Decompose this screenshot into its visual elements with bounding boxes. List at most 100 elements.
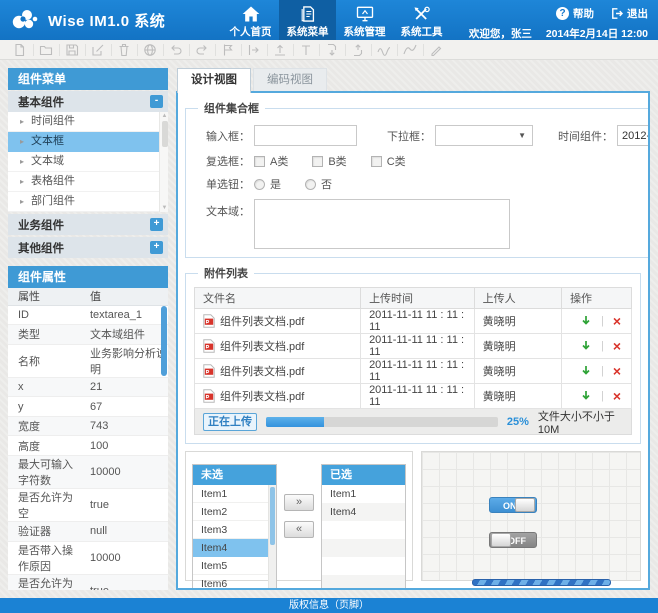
upload-progress-fill (266, 417, 324, 427)
transfer-widget: 未选 Item1Item2Item3Item4Item5Item6Item7It… (185, 451, 413, 581)
list-item[interactable]: Item3 (193, 521, 276, 539)
scroll-up-icon[interactable]: ▲ (161, 113, 168, 119)
attachment-filename[interactable]: 组件列表文档.pdf (220, 313, 304, 329)
radio-option[interactable]: 否 (305, 176, 332, 192)
attachment-list-box: 附件列表 文件名 上传时间 上传人 操作 组件列表文档.pdf 2011-11-… (185, 265, 641, 444)
list-item[interactable]: Item4 (193, 539, 276, 557)
export-down-icon[interactable] (325, 43, 339, 57)
new-file-icon[interactable] (13, 43, 27, 57)
help-link[interactable]: ? 帮助 (556, 6, 594, 21)
logout-link[interactable]: 退出 (610, 6, 648, 21)
download-icon[interactable] (580, 390, 592, 402)
list-scrollbar[interactable] (268, 485, 276, 590)
open-folder-icon[interactable] (39, 43, 53, 57)
property-row[interactable]: 名称业务影响分析说明 (8, 344, 168, 377)
radio-option[interactable]: 是 (254, 176, 281, 192)
accordion-business-components[interactable]: 业务组件 + (8, 214, 168, 235)
property-row[interactable]: 是否允许为空true (8, 489, 168, 522)
undo-icon[interactable] (169, 43, 183, 57)
download-icon[interactable] (580, 365, 592, 377)
checkbox-icon[interactable] (254, 156, 265, 167)
attachment-filename[interactable]: 组件列表文档.pdf (220, 363, 304, 379)
move-right-button[interactable]: » (284, 494, 314, 511)
toggle-on-switch[interactable]: ON (489, 497, 537, 513)
menu-item[interactable]: ▸部门组件 (8, 192, 168, 212)
wave-icon[interactable] (377, 43, 391, 57)
radio-icon[interactable] (305, 179, 316, 190)
tab-code-view[interactable]: 编码视图 (253, 68, 327, 91)
property-row[interactable]: y67 (8, 397, 168, 417)
menu-item[interactable]: ▸表格组件 (8, 172, 168, 192)
textarea-field[interactable] (254, 199, 510, 249)
checkbox-icon[interactable] (371, 156, 382, 167)
menu-scrollbar[interactable]: ▲▼ (159, 112, 168, 212)
nav-system-manage[interactable]: 系统管理 (336, 0, 393, 40)
accordion-basic-components[interactable]: 基本组件 - (8, 91, 168, 112)
property-row[interactable]: 最大可输入字符数10000 (8, 456, 168, 489)
property-row[interactable]: 高度100 (8, 436, 168, 456)
unselected-list: 未选 Item1Item2Item3Item4Item5Item6Item7It… (192, 464, 277, 590)
property-row[interactable]: 宽度743 (8, 416, 168, 436)
dropdown-select[interactable]: ▼ (435, 125, 533, 146)
redo-icon[interactable] (195, 43, 209, 57)
download-icon[interactable] (580, 315, 592, 327)
pdf-file-icon (203, 389, 215, 403)
attachment-filename[interactable]: 组件列表文档.pdf (220, 388, 304, 404)
baseline-icon[interactable] (273, 43, 287, 57)
indent-icon[interactable] (247, 43, 261, 57)
property-row[interactable]: 是否带入操作原因10000 (8, 541, 168, 574)
properties-scrollbar[interactable] (161, 306, 167, 376)
menu-item[interactable]: ▸时间组件 (8, 112, 168, 132)
menu-item[interactable]: ▸文本框 (8, 132, 168, 152)
nav-system-menu[interactable]: 系统菜单 (279, 0, 336, 40)
uploading-button[interactable]: 正在上传 (203, 413, 257, 431)
delete-icon[interactable]: × (613, 316, 621, 326)
property-row[interactable]: 类型文本域组件 (8, 325, 168, 345)
pen-icon[interactable] (429, 43, 443, 57)
delete-icon[interactable]: × (613, 391, 621, 401)
list-item[interactable]: Item6 (193, 575, 276, 590)
list-item[interactable]: Item1 (193, 485, 276, 503)
accordion-other-components[interactable]: 其他组件 + (8, 237, 168, 258)
delete-icon[interactable]: × (613, 366, 621, 376)
nav-system-tools[interactable]: 系统工具 (393, 0, 450, 40)
collapse-icon[interactable]: - (150, 95, 163, 108)
edit-icon[interactable] (91, 43, 105, 57)
date-input[interactable] (617, 125, 650, 146)
nav-personal-home[interactable]: 个人首页 (222, 0, 279, 40)
property-row[interactable]: IDtextarea_1 (8, 305, 168, 325)
expand-icon[interactable]: + (150, 218, 163, 231)
move-left-button[interactable]: « (284, 521, 314, 538)
component-menu-title: 组件菜单 (8, 68, 168, 90)
radio-icon[interactable] (254, 179, 265, 190)
checkbox-option[interactable]: C类 (371, 153, 406, 169)
checkbox-option[interactable]: A类 (254, 153, 288, 169)
toggle-off-switch[interactable]: OFF (489, 532, 537, 548)
tab-design-view[interactable]: 设计视图 (177, 68, 251, 93)
delete-icon[interactable]: × (613, 341, 621, 351)
list-item[interactable]: Item4 (322, 503, 405, 521)
list-item[interactable]: Item1 (322, 485, 405, 503)
checkbox-option[interactable]: B类 (312, 153, 346, 169)
property-row[interactable]: 验证器null (8, 522, 168, 542)
export-up-icon[interactable] (351, 43, 365, 57)
delete-icon[interactable] (117, 43, 131, 57)
checkbox-option-label: A类 (270, 153, 288, 169)
scroll-down-icon[interactable]: ▼ (161, 205, 168, 211)
flag-icon[interactable] (221, 43, 235, 57)
save-icon[interactable] (65, 43, 79, 57)
checkbox-icon[interactable] (312, 156, 323, 167)
download-icon[interactable] (580, 340, 592, 352)
expand-icon[interactable]: + (150, 241, 163, 254)
attachment-filename[interactable]: 组件列表文档.pdf (220, 338, 304, 354)
list-item[interactable]: Item5 (193, 557, 276, 575)
property-row[interactable]: 是否允许为空true (8, 574, 168, 590)
globe-icon[interactable] (143, 43, 157, 57)
curve-icon[interactable] (403, 43, 417, 57)
text-input[interactable] (254, 125, 357, 146)
property-value: 10000 (80, 456, 168, 489)
list-item[interactable]: Item2 (193, 503, 276, 521)
menu-item[interactable]: ▸文本域 (8, 152, 168, 172)
text-icon[interactable] (299, 43, 313, 57)
property-row[interactable]: x21 (8, 377, 168, 397)
